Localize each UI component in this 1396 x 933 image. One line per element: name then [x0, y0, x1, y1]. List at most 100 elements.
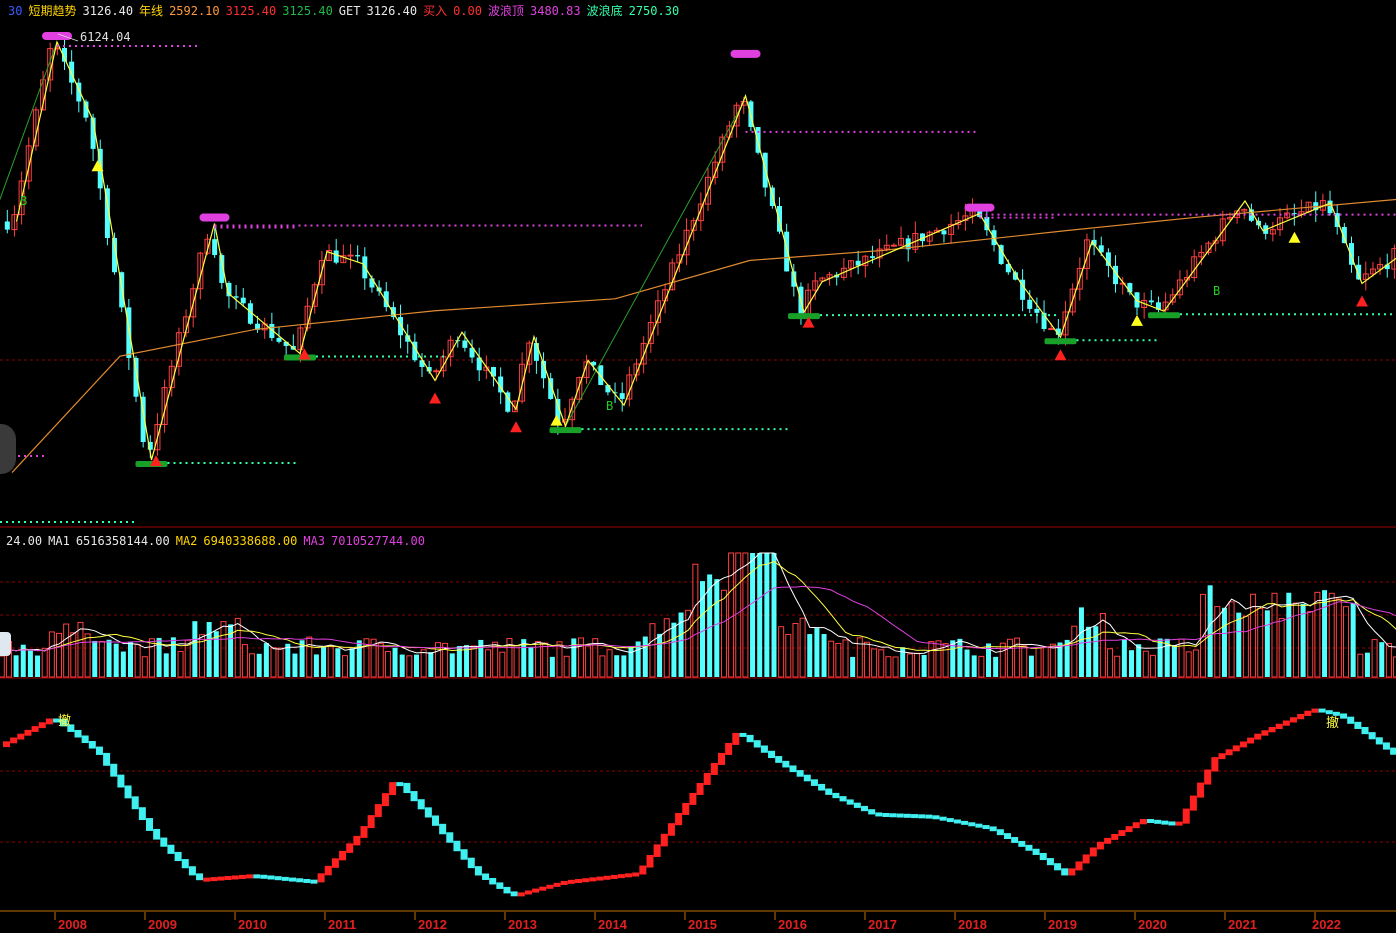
indicator-step — [1082, 854, 1090, 864]
volume-bar-down — [1350, 603, 1356, 677]
year-label: 2008 — [58, 917, 87, 932]
volume-bar-down — [621, 655, 627, 677]
indicator-step — [417, 799, 425, 810]
candle-down — [355, 255, 361, 257]
indicator-step — [310, 879, 318, 884]
volume-bar-down — [1364, 652, 1370, 677]
legend-item: 30 — [8, 4, 22, 18]
indicator-step — [653, 844, 661, 857]
indicator-step — [1325, 710, 1333, 715]
indicator-step — [632, 872, 640, 877]
legend-item: 6516358144.00 — [76, 534, 170, 548]
indicator-step — [739, 732, 747, 737]
indicator-step — [1282, 720, 1290, 726]
indicator-step — [517, 892, 525, 897]
indicator-step — [746, 734, 754, 743]
volume-bar-up — [577, 637, 584, 678]
buy-signal-label: B — [606, 399, 613, 413]
year-label: 2012 — [418, 917, 447, 932]
volume-bar-up — [1042, 646, 1049, 678]
volume-bar-down — [807, 634, 813, 677]
volume-bar-up — [606, 649, 613, 678]
indicator-step — [532, 888, 540, 893]
candle-down — [605, 385, 611, 393]
volume-bar-up — [1185, 651, 1192, 678]
indicator-step — [1390, 747, 1396, 755]
indicator-step — [253, 874, 261, 879]
indicator-step — [1039, 852, 1047, 861]
legend-item: 3126.40 — [366, 4, 417, 18]
volume-bar-down — [1171, 644, 1177, 677]
side-tab-handle[interactable] — [0, 632, 11, 656]
volume-bar-up — [1107, 648, 1114, 678]
indicator-step — [789, 765, 797, 773]
indicator-step — [582, 878, 590, 883]
volume-bar-down — [1078, 607, 1084, 677]
legend-item: 波浪底 — [587, 3, 623, 18]
volume-bar-up — [1307, 611, 1314, 678]
indicator-step — [567, 879, 575, 884]
volume-bar-up — [48, 631, 55, 678]
volume-bar-down — [850, 656, 856, 677]
volume-bar-up — [177, 650, 184, 678]
indicator-step — [1189, 795, 1197, 811]
peak-price-label: 6124.04 — [80, 30, 131, 44]
indicator-step — [953, 819, 961, 824]
indicator-step — [1139, 819, 1147, 825]
indicator-step — [810, 779, 818, 786]
volume-bar-down — [392, 647, 398, 677]
indicator-step — [296, 878, 304, 883]
candle-down — [462, 340, 468, 348]
indicator-step — [939, 816, 947, 821]
volume-bar-down — [714, 579, 720, 677]
legend-item: 0.00 — [453, 4, 482, 18]
indicator-step — [868, 809, 876, 815]
indicator-step — [968, 822, 976, 827]
indicator-step — [1375, 737, 1383, 745]
indicator-step — [1311, 708, 1319, 713]
indicator-step — [110, 763, 118, 777]
volume-bar-down — [456, 646, 462, 677]
indicator-step — [1254, 733, 1262, 740]
volume-bar-up — [585, 645, 592, 678]
volume-bar-down — [671, 622, 677, 677]
indicator-step — [410, 791, 418, 802]
candle-down — [276, 338, 282, 342]
wave-top-marker — [199, 213, 230, 222]
volume-bar-up — [1006, 638, 1013, 678]
indicator-step — [1268, 727, 1276, 733]
indicator-step — [1232, 745, 1240, 752]
volume-bar-up — [599, 655, 606, 678]
year-label: 2017 — [868, 917, 897, 932]
indicator-step — [1290, 717, 1297, 723]
indicator-step — [1168, 821, 1176, 826]
short-term-trend-line — [15, 40, 1396, 461]
indicator-step — [803, 774, 811, 782]
volume-bar-down — [528, 647, 534, 677]
indicator-step — [1004, 833, 1011, 840]
volume-bar-down — [13, 655, 19, 677]
legend-item: 3126.40 — [82, 4, 133, 18]
volume-bar-up — [1257, 607, 1264, 678]
volume-bar-up — [785, 633, 792, 678]
indicator-step — [539, 886, 547, 891]
indicator-step — [660, 833, 668, 847]
indicator-step — [825, 788, 833, 795]
year-label: 2010 — [238, 917, 267, 932]
buy-arrow-yellow — [1288, 231, 1301, 243]
side-toggle-button[interactable] — [0, 424, 16, 474]
volume-bar-up — [878, 649, 885, 678]
volume-bar-down — [1121, 639, 1127, 677]
volume-bar-up — [1242, 615, 1249, 678]
annual-ma-line — [11, 198, 1396, 473]
indicator-step — [1068, 868, 1076, 876]
indicator-step — [95, 746, 103, 755]
indicator-step — [1089, 847, 1097, 857]
indicator-step — [596, 876, 604, 881]
indicator-step — [1347, 716, 1355, 724]
volume-bar-up — [220, 621, 227, 678]
year-label: 2018 — [958, 917, 987, 932]
stock-chart[interactable]: 6124.04BBB30 短期趋势 3126.40 年线 2592.10 3125.40 3… — [0, 0, 1396, 933]
indicator-step — [1197, 782, 1205, 798]
indicator-step — [324, 865, 332, 876]
